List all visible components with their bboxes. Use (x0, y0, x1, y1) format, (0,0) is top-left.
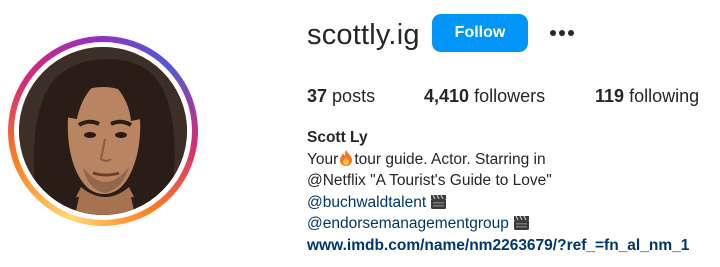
posts-stat: 37 posts (307, 86, 375, 107)
followers-count: 4,410 (424, 86, 470, 106)
follow-button[interactable]: Follow (432, 14, 528, 52)
more-options-button[interactable] (544, 18, 580, 48)
profile-name: Scott Ly (307, 129, 368, 146)
clapperboard-emoji-icon (513, 215, 529, 230)
mention-endorsemanagementgroup[interactable]: @endorsemanagementgroup (307, 215, 509, 232)
profile-bio: Scott Ly Your tour guide. Actor. Starrin… (307, 127, 689, 256)
posts-label: posts (332, 86, 376, 106)
mention-buchwaldtalent[interactable]: @buchwaldtalent (307, 194, 426, 211)
avatar-story-ring[interactable] (8, 36, 198, 226)
avatar[interactable] (19, 47, 187, 215)
posts-count: 37 (307, 86, 328, 106)
bio-tag-1-line: @buchwaldtalent (307, 192, 689, 214)
following-count: 119 (595, 86, 625, 106)
bio-line-2: @Netflix "A Tourist's Guide to Love" (307, 172, 552, 189)
username: scottly.ig (307, 19, 420, 51)
more-horizontal-icon (550, 30, 574, 36)
fire-emoji-icon (340, 149, 353, 166)
bio-line-1: Your tour guide. Actor. Starring in (307, 149, 546, 168)
bio-tag-2-line: @endorsemanagementgroup (307, 213, 689, 235)
profile-photo (19, 47, 187, 215)
clapperboard-emoji-icon (431, 194, 447, 209)
following-stat[interactable]: 119 following (595, 86, 699, 107)
following-label: following (629, 86, 700, 106)
followers-label: followers (474, 86, 546, 106)
external-link[interactable]: www.imdb.com/name/nm2263679/?ref_=fn_al_… (307, 235, 689, 257)
followers-stat[interactable]: 4,410 followers (424, 86, 545, 107)
